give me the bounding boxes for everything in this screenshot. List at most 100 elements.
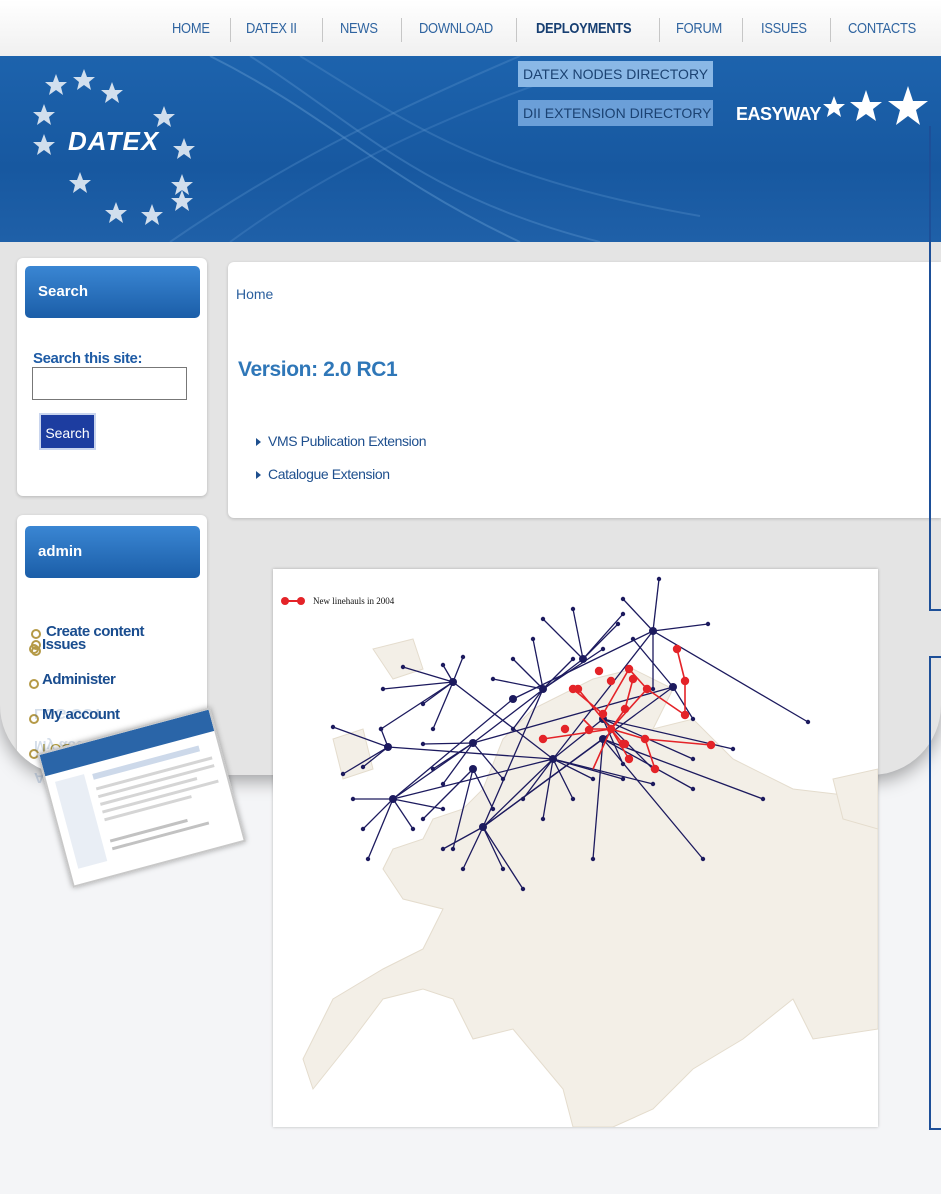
- nav-download[interactable]: DOWNLOAD: [419, 20, 493, 40]
- nav-contacts[interactable]: CONTACTS: [848, 20, 916, 40]
- link-line: [392, 798, 414, 830]
- network-map-figure: New linehauls in 2004: [273, 569, 878, 1127]
- nav-divider: [322, 18, 323, 42]
- node-dot: [540, 816, 546, 822]
- search-input[interactable]: [32, 367, 187, 400]
- link-line: [452, 656, 464, 683]
- node-dot: [570, 796, 576, 802]
- node-dot: [650, 781, 656, 787]
- node-dot: [538, 734, 548, 744]
- nav-divider: [516, 18, 517, 42]
- nav-home[interactable]: HOME: [172, 20, 210, 40]
- node-dot: [490, 676, 496, 682]
- node-dot: [590, 856, 596, 862]
- decorative-frame: [929, 126, 941, 611]
- node-dot: [640, 734, 650, 744]
- search-label: Search this site:: [33, 350, 143, 367]
- node-dot: [680, 710, 690, 720]
- nav-divider: [830, 18, 831, 42]
- link-line: [542, 658, 574, 690]
- nav-issues[interactable]: ISSUES: [761, 20, 807, 40]
- node-dot: [730, 746, 736, 752]
- link-line: [442, 742, 474, 785]
- node-dot: [530, 636, 536, 642]
- submenu-datex-nodes-directory[interactable]: DATEX NODES DIRECTORY: [518, 61, 713, 87]
- node-dot: [520, 886, 526, 892]
- node-dot: [330, 724, 336, 730]
- node-dot: [594, 666, 604, 676]
- node-dot: [410, 826, 416, 832]
- link-line: [362, 798, 394, 830]
- node-dot: [380, 686, 386, 692]
- europe-network-map: [281, 576, 878, 1127]
- node-dot: [384, 743, 392, 751]
- node-dot: [440, 806, 446, 812]
- node-dot: [430, 726, 436, 732]
- node-dot: [584, 725, 594, 735]
- nav-divider: [659, 18, 660, 42]
- node-dot: [365, 856, 371, 862]
- node-dot: [509, 695, 517, 703]
- node-dot: [620, 704, 630, 714]
- link-line: [652, 623, 709, 632]
- node-dot: [549, 755, 557, 763]
- node-dot: [590, 776, 596, 782]
- menu-issues[interactable]: Issues: [42, 636, 86, 653]
- node-dot: [690, 786, 696, 792]
- node-dot: [690, 756, 696, 762]
- node-dot: [628, 674, 638, 684]
- node-dot: [624, 754, 634, 764]
- node-dot: [469, 739, 477, 747]
- link-line: [532, 638, 544, 690]
- node-dot: [378, 726, 384, 732]
- search-block: Search Search this site: Search: [17, 258, 207, 496]
- node-dot: [706, 740, 716, 750]
- nav-deployments[interactable]: DEPLOYMENTS: [536, 20, 632, 40]
- link-vms-publication-extension[interactable]: VMS Publication Extension: [268, 433, 426, 449]
- node-dot: [420, 741, 426, 747]
- link-line: [622, 598, 654, 632]
- link-line: [382, 681, 454, 690]
- node-dot: [469, 765, 477, 773]
- breadcrumb[interactable]: Home: [236, 286, 273, 302]
- node-dot: [539, 685, 547, 693]
- node-dot: [672, 644, 682, 654]
- node-dot: [510, 656, 516, 662]
- link-line: [676, 648, 686, 682]
- node-dot: [479, 823, 487, 831]
- search-button[interactable]: Search: [39, 413, 96, 450]
- submenu-dii-extension-directory[interactable]: DII EXTENSION DIRECTORY: [518, 100, 713, 126]
- menu-administer[interactable]: Administer: [42, 671, 116, 688]
- node-dot: [570, 606, 576, 612]
- node-dot: [598, 709, 608, 719]
- bullet-icon: [29, 644, 39, 654]
- node-dot: [600, 646, 606, 652]
- nav-datex-ii[interactable]: DATEX II: [246, 20, 297, 40]
- link-line: [392, 798, 444, 810]
- arrow-right-icon: [256, 471, 261, 479]
- node-dot: [620, 611, 626, 617]
- node-dot: [705, 621, 711, 627]
- nav-news[interactable]: NEWS: [340, 20, 378, 40]
- link-line: [572, 608, 584, 660]
- nav-divider: [230, 18, 231, 42]
- node-dot: [540, 616, 546, 622]
- admin-block-title: admin: [25, 526, 200, 578]
- map-legend-label: New linehauls in 2004: [313, 596, 395, 606]
- link-catalogue-extension[interactable]: Catalogue Extension: [268, 466, 390, 482]
- node-dot: [650, 686, 656, 692]
- node-dot: [400, 664, 406, 670]
- nav-forum[interactable]: FORUM: [676, 20, 722, 40]
- node-dot: [350, 796, 356, 802]
- header-banner: DATEX EASYWAY: [0, 56, 941, 242]
- node-dot: [615, 621, 621, 627]
- link-line: [542, 618, 584, 660]
- node-dot: [620, 596, 626, 602]
- link-line: [422, 742, 474, 745]
- node-dot: [440, 662, 446, 668]
- node-dot: [618, 739, 628, 749]
- link-line: [652, 578, 660, 632]
- easyway-logo-text: EASYWAY: [736, 104, 821, 124]
- node-dot: [606, 676, 616, 686]
- decorative-frame: [929, 656, 941, 1130]
